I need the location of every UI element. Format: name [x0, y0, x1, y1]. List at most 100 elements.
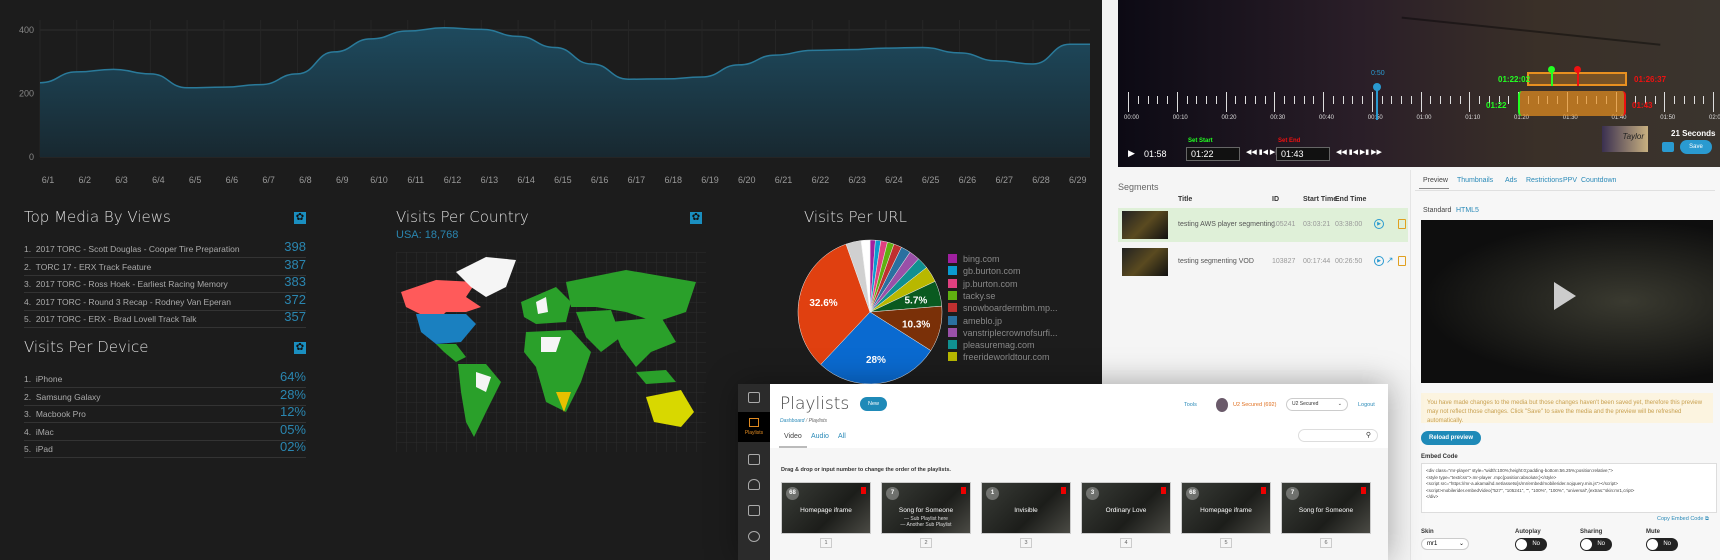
tab-ppv[interactable]: PPV [1563, 177, 1577, 184]
nav-playlists[interactable]: Playlists [738, 412, 770, 442]
legend-label: tacky.se [963, 290, 996, 301]
selection-range[interactable] [1518, 91, 1626, 116]
tab-video[interactable]: Video [784, 433, 802, 440]
account-select[interactable]: U2 Secured ⌄ [1286, 398, 1348, 411]
delete-icon[interactable] [861, 487, 866, 494]
breadcrumb-dashboard[interactable]: Dashboard [780, 418, 804, 424]
segment-row[interactable]: testing AWS player segmenting 105241 03:… [1118, 208, 1408, 242]
legend-swatch [948, 352, 957, 362]
delete-icon[interactable] [1261, 487, 1266, 494]
embed-code-textarea[interactable]: <div class="mr-player" style="width:100%… [1421, 463, 1717, 513]
list-item[interactable]: 4. iMac 05% [24, 422, 306, 441]
preview-player[interactable] [1421, 220, 1713, 383]
new-playlist-button[interactable]: New [860, 397, 887, 411]
camera-icon[interactable] [1662, 142, 1674, 152]
set-start-input[interactable]: 01:22 [1186, 147, 1240, 161]
delete-icon[interactable] [1061, 487, 1066, 494]
media-nav-icon[interactable] [748, 392, 760, 403]
tab-countdown[interactable]: Countdown [1581, 177, 1616, 184]
set-end-input[interactable]: 01:43 [1276, 147, 1330, 161]
order-input[interactable]: 1 [820, 538, 832, 548]
legend-swatch [948, 303, 957, 313]
reload-preview-button[interactable]: Reload preview [1421, 431, 1481, 445]
settings-gear-icon[interactable]: ✿ [294, 342, 306, 354]
tools-link[interactable]: Tools [1184, 402, 1197, 408]
playlist-tile[interactable]: 3 Ordinary Love [1081, 482, 1171, 534]
analytics-nav-icon[interactable] [748, 454, 760, 465]
settings-gear-icon[interactable]: ✿ [690, 212, 702, 224]
order-input[interactable]: 3 [1020, 538, 1032, 548]
rank: 1. [24, 244, 32, 254]
delete-icon[interactable] [1361, 487, 1366, 494]
item-value: 387 [284, 256, 306, 272]
list-item[interactable]: 4. 2017 TORC - Round 3 Recap - Rodney Va… [24, 292, 306, 311]
devices-title: Visits Per Device [24, 338, 149, 356]
order-input[interactable]: 5 [1220, 538, 1232, 548]
play-segment-icon[interactable]: ▶ [1374, 256, 1384, 266]
play-segment-icon[interactable]: ▶ [1374, 219, 1384, 229]
item-value: 02% [279, 439, 306, 454]
search-input[interactable]: ⚲ [1298, 429, 1378, 442]
order-input[interactable]: 6 [1320, 538, 1332, 548]
page-title: Playlists [780, 394, 850, 414]
tab-restrictions[interactable]: Restrictions [1526, 177, 1563, 184]
order-input[interactable]: 2 [920, 538, 932, 548]
timeline-tick [1215, 96, 1217, 104]
play-icon[interactable]: ▶ [1128, 148, 1135, 159]
timeline-tick [1206, 96, 1207, 104]
country-title: Visits Per Country [396, 208, 529, 226]
open-icon[interactable]: ↗ [1386, 255, 1394, 266]
list-item[interactable]: 3. Macbook Pro 12% [24, 404, 306, 423]
breadcrumb-current: Playlists [808, 418, 827, 424]
settings-nav-icon[interactable] [748, 505, 760, 516]
copy-embed-code-link[interactable]: Copy Embed Code ⧉ [1657, 516, 1709, 523]
x-tick-label: 6/9 [336, 175, 349, 185]
segment-row[interactable]: testing segmenting VOD 103827 00:17:44 0… [1118, 245, 1408, 279]
playlist-tile[interactable]: 7 Song for Someone — Sub Playlist here — An… [881, 482, 971, 534]
skin-select[interactable]: mr1 ⌄ [1421, 538, 1469, 550]
list-item[interactable]: 1. 2017 TORC - Scott Douglas - Cooper Ti… [24, 239, 306, 258]
list-item[interactable]: 5. iPad 02% [24, 439, 306, 458]
timeline-tick [1342, 96, 1344, 104]
list-item[interactable]: 2. Samsung Galaxy 28% [24, 387, 306, 406]
list-item[interactable]: 3. 2017 TORC - Ross Hoek - Earliest Raci… [24, 274, 306, 293]
logout-link[interactable]: Logout [1358, 402, 1375, 408]
delete-icon[interactable] [1398, 219, 1406, 229]
delete-icon[interactable] [1161, 487, 1166, 494]
subtab-standard[interactable]: Standard [1423, 207, 1451, 214]
subtab-html5[interactable]: HTML5 [1456, 207, 1479, 214]
legend-item: vanstriplecrownofsurfi... [948, 327, 1058, 339]
frame-step-controls[interactable]: ◀◀ ▮◀ ▶▮ ▶▶ [1336, 148, 1382, 156]
rank: 4. [24, 296, 32, 307]
play-icon[interactable] [1554, 282, 1576, 310]
tab-ads[interactable]: Ads [1505, 177, 1517, 184]
help-icon[interactable] [748, 531, 760, 542]
autoplay-toggle[interactable]: No [1515, 538, 1547, 551]
playlist-tile[interactable]: 68 Homepage iframe [1181, 482, 1271, 534]
col-title: Title [1178, 196, 1193, 203]
save-button[interactable]: Save [1680, 140, 1712, 154]
selection-end: 01:43 [1632, 101, 1653, 110]
playlist-tile[interactable]: 68 Homepage iframe [781, 482, 871, 534]
tab-all[interactable]: All [838, 433, 846, 440]
user-name[interactable]: U2 Secured (692) [1233, 402, 1276, 408]
y-tick-label: 0 [29, 152, 34, 162]
settings-gear-icon[interactable]: ✿ [294, 212, 306, 224]
sharing-toggle[interactable]: No [1580, 538, 1612, 551]
tab-thumbnails[interactable]: Thumbnails [1457, 177, 1493, 184]
app-sidebar: Playlists [738, 384, 770, 560]
playlist-tile[interactable]: 1 Invisible [981, 482, 1071, 534]
delete-icon[interactable] [1398, 256, 1406, 266]
tab-audio[interactable]: Audio [811, 433, 829, 440]
list-item[interactable]: 1. iPhone 64% [24, 369, 306, 388]
list-item[interactable]: 2. TORC 17 - ERX Track Feature 387 [24, 256, 306, 276]
list-item[interactable]: 5. 2017 TORC - ERX - Brad Lovell Track T… [24, 309, 306, 328]
tab-preview[interactable]: Preview [1423, 177, 1448, 184]
playlist-tile[interactable]: 7 Song for Someone [1281, 482, 1371, 534]
delete-icon[interactable] [961, 487, 966, 494]
order-input[interactable]: 4 [1120, 538, 1132, 548]
legend-swatch [948, 278, 957, 288]
mute-toggle[interactable]: No [1646, 538, 1678, 551]
timeline-tick [1410, 96, 1412, 104]
users-nav-icon[interactable] [748, 479, 760, 490]
